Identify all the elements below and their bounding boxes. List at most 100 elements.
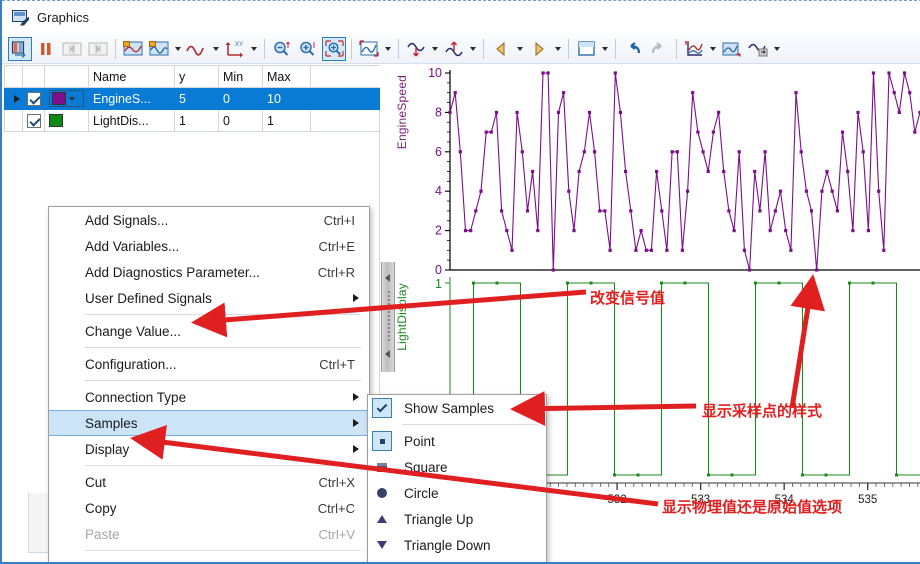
color-swatch[interactable]: [49, 114, 63, 127]
chevron-down-icon[interactable]: [172, 38, 183, 60]
redo-icon[interactable]: [647, 37, 671, 61]
chevron-down-icon[interactable]: [771, 38, 782, 60]
header-min[interactable]: Min: [218, 65, 263, 88]
circle-icon: [372, 483, 392, 503]
header-name[interactable]: Name: [88, 65, 175, 88]
row-y[interactable]: 5: [174, 87, 219, 110]
wave-down-icon[interactable]: [404, 37, 428, 61]
sample-marker: [897, 110, 901, 114]
sample-marker: [701, 150, 705, 154]
menu-item-display[interactable]: Display: [49, 436, 369, 462]
y-axis-label-enginespeed: EngineSpeed: [395, 75, 409, 150]
submenu-item-square[interactable]: Square: [368, 454, 546, 480]
chevron-down-icon[interactable]: [210, 38, 221, 60]
sample-marker: [556, 110, 561, 114]
header-max[interactable]: Max: [262, 65, 311, 88]
y-tick-label: 0: [435, 263, 442, 277]
sample-marker: [577, 169, 581, 174]
sample-marker: [593, 150, 597, 154]
menu-item-user-defined-signals[interactable]: User Defined Signals: [49, 285, 369, 311]
chevron-down-icon[interactable]: [552, 38, 563, 60]
sample-marker: [675, 150, 679, 154]
graph-settings-icon[interactable]: [682, 37, 706, 61]
pause-icon[interactable]: [34, 37, 58, 61]
row-name[interactable]: LightDis...: [88, 109, 175, 132]
next-marker-icon[interactable]: [527, 37, 551, 61]
menu-item-label: Add Signals...: [85, 212, 169, 228]
chevron-down-icon[interactable]: [467, 38, 478, 60]
header-y[interactable]: y: [174, 65, 219, 88]
submenu-item-label: Square: [404, 459, 448, 475]
table-row[interactable]: LightDis... 1 0 1: [4, 109, 381, 132]
menu-item-add-diagnostics-parameter[interactable]: Add Diagnostics Parameter... Ctrl+R: [49, 259, 369, 285]
add-signal-plot-2-icon[interactable]: [147, 37, 171, 61]
chevron-down-icon[interactable]: [429, 38, 440, 60]
submenu-item-triangle-down[interactable]: Triangle Down: [368, 532, 546, 558]
menu-item-add-variables[interactable]: Add Variables... Ctrl+E: [49, 233, 369, 259]
menu-item-cut[interactable]: Cut Ctrl+X: [49, 469, 369, 495]
row-color-cell[interactable]: [44, 87, 89, 110]
row-max[interactable]: 10: [262, 87, 311, 110]
layout-columns-icon[interactable]: [8, 36, 32, 61]
chevron-down-icon[interactable]: [248, 38, 259, 60]
undo-icon[interactable]: [621, 37, 645, 61]
menu-item-add-signals[interactable]: Add Signals... Ctrl+I: [49, 207, 369, 233]
step-left-icon[interactable]: [60, 37, 84, 61]
zoom-region-icon[interactable]: [322, 36, 346, 61]
submenu-item-circle[interactable]: Circle: [368, 480, 546, 506]
fit-view-icon[interactable]: [357, 37, 381, 61]
sample-marker: [500, 209, 504, 213]
point-icon: [372, 431, 392, 451]
menu-item-connection-type[interactable]: Connection Type: [49, 384, 369, 410]
row-min[interactable]: 0: [218, 109, 263, 132]
sample-marker: [453, 91, 457, 95]
sample-marker: [830, 189, 834, 193]
menu-item-change-value[interactable]: Change Value...: [49, 318, 369, 344]
chevron-down-icon[interactable]: [382, 38, 393, 60]
row-color-cell[interactable]: [44, 109, 89, 132]
row-checkbox[interactable]: [27, 113, 41, 128]
row-checkbox[interactable]: [27, 91, 41, 106]
prev-marker-icon[interactable]: [489, 37, 513, 61]
menu-item-copy[interactable]: Copy Ctrl+C: [49, 495, 369, 521]
menu-item-shortcut: Ctrl+V: [318, 526, 355, 542]
zoom-out-icon[interactable]: [270, 37, 294, 61]
row-enabled-cell[interactable]: [22, 109, 45, 132]
add-signal-plot-icon[interactable]: [121, 37, 145, 61]
sample-marker: [636, 473, 640, 477]
panel-icon[interactable]: [574, 37, 598, 61]
sample-marker: [722, 169, 726, 174]
chevron-down-icon[interactable]: [707, 38, 718, 60]
menu-item-configuration[interactable]: Configuration... Ctrl+T: [49, 351, 369, 377]
samples-submenu[interactable]: Show Samples Point Square Circle Triangle Up…: [367, 394, 547, 562]
submenu-item-show-samples[interactable]: Show Samples: [368, 395, 546, 421]
chevron-down-icon[interactable]: [69, 96, 75, 101]
menu-item-shortcut: Ctrl+C: [317, 500, 355, 516]
row-max[interactable]: 1: [262, 109, 311, 132]
wave-up-icon[interactable]: [442, 37, 466, 61]
zoom-in-icon[interactable]: [296, 37, 320, 61]
row-enabled-cell[interactable]: [22, 87, 45, 110]
row-name[interactable]: EngineS...: [88, 87, 175, 110]
row-min[interactable]: 0: [218, 87, 263, 110]
plot-splitter-handle[interactable]: [381, 262, 395, 372]
table-row[interactable]: EngineS... 5 0 10: [4, 87, 381, 110]
sample-marker: [727, 209, 731, 213]
context-menu[interactable]: Add Signals... Ctrl+I Add Variables... Ctrl…: [48, 206, 370, 563]
wave-icon[interactable]: [185, 37, 209, 61]
export-graph-icon[interactable]: [720, 37, 744, 61]
sample-marker: [730, 473, 734, 477]
menu-item-remove[interactable]: RemoveDel: [49, 554, 369, 563]
wave-export-icon[interactable]: [746, 37, 770, 61]
chevron-down-icon[interactable]: [599, 38, 610, 60]
sample-marker: [758, 209, 762, 213]
menu-item-samples[interactable]: Samples: [49, 410, 369, 436]
submenu-item-point[interactable]: Point: [368, 428, 546, 454]
submenu-item-triangle-up[interactable]: Triangle Up: [368, 506, 546, 532]
xy-axes-icon[interactable]: XY: [223, 37, 247, 61]
step-right-icon[interactable]: [86, 37, 110, 61]
menu-separator: [85, 465, 361, 466]
row-y[interactable]: 1: [174, 109, 219, 132]
color-swatch[interactable]: [52, 92, 66, 105]
chevron-down-icon[interactable]: [514, 38, 525, 60]
